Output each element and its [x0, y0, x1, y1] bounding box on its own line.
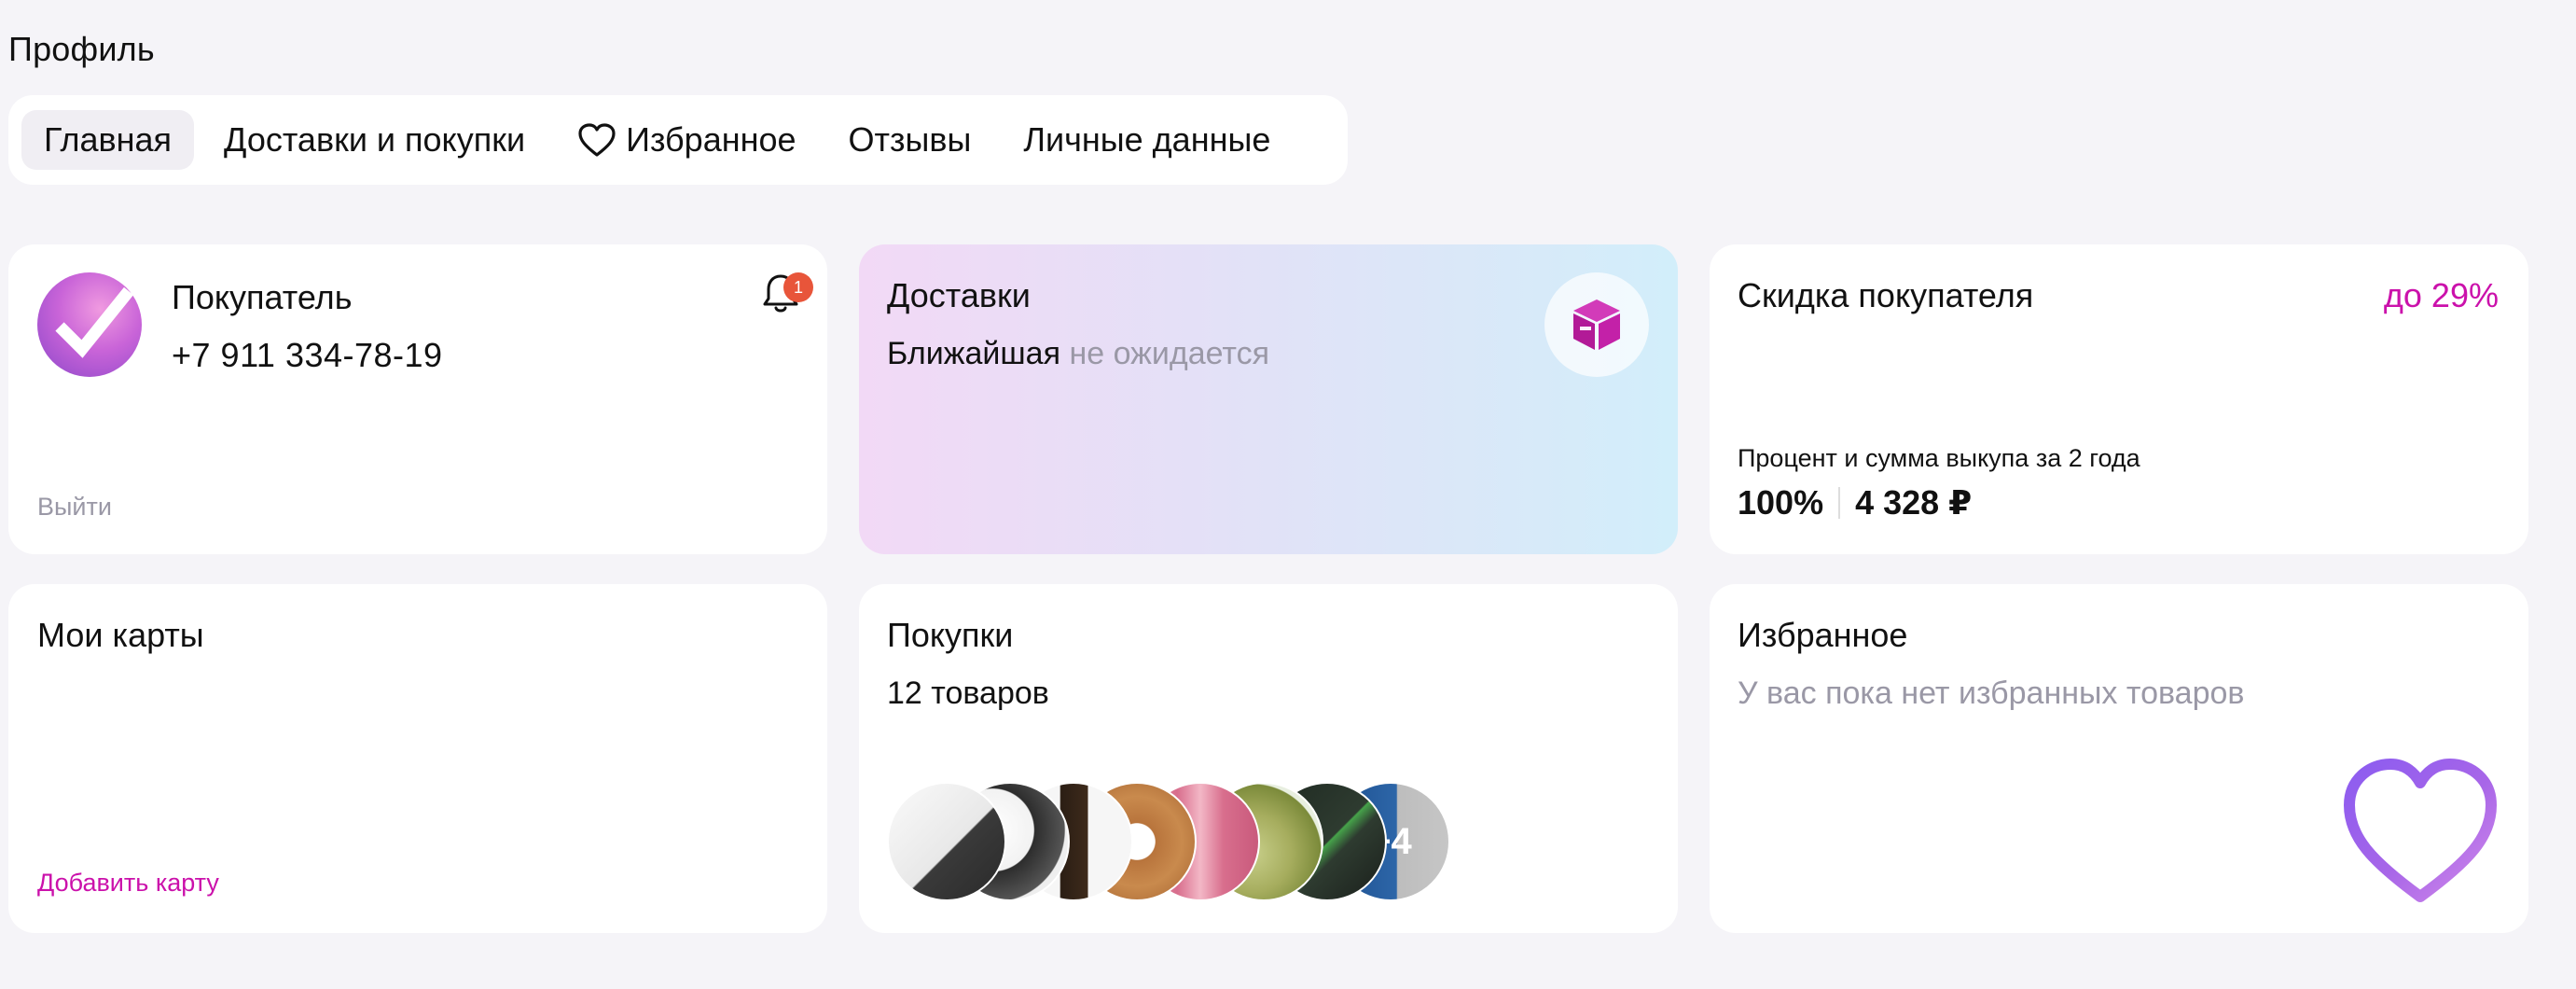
tab-favorites[interactable]: Избранное	[555, 110, 818, 170]
discount-card[interactable]: Скидка покупателя до 29% Процент и сумма…	[1710, 244, 2528, 554]
favorites-empty-text: У вас пока нет избранных товаров	[1738, 676, 2245, 711]
cards-title: Мои карты	[37, 616, 204, 654]
tab-reviews[interactable]: Отзывы	[826, 110, 994, 170]
delivery-card[interactable]: Доставки Ближайшая не ожидается	[859, 244, 1678, 554]
avatar	[37, 272, 142, 377]
heart-icon	[578, 123, 616, 157]
box-icon	[1573, 299, 1620, 350]
tab-favorites-label: Избранное	[626, 120, 796, 159]
delivery-nearest-value: не ожидается	[1069, 336, 1269, 371]
purchases-title: Покупки	[887, 616, 1014, 654]
purchases-card[interactable]: Покупки 12 товаров +4	[859, 584, 1678, 933]
delivery-nearest: Ближайшая не ожидается	[887, 336, 1269, 372]
profile-tabs: Главная Доставки и покупки Избранное Отз…	[8, 95, 1348, 185]
purchase-thumbnails: +4	[887, 782, 1540, 901]
add-card-link[interactable]: Добавить карту	[37, 869, 219, 898]
purchases-count: 12 товаров	[887, 676, 1049, 711]
discount-stats: 100% 4 328 ₽	[1738, 483, 1972, 522]
discount-title: Скидка покупателя	[1738, 276, 2034, 314]
discount-percent: 100%	[1738, 483, 1824, 522]
tab-main[interactable]: Главная	[21, 110, 195, 170]
favorites-card[interactable]: Избранное У вас пока нет избранных товар…	[1710, 584, 2528, 933]
page-title: Профиль	[8, 30, 155, 68]
discount-value: до 29%	[2383, 276, 2499, 314]
tab-deliveries[interactable]: Доставки и покупки	[201, 110, 547, 170]
logout-link[interactable]: Выйти	[37, 493, 112, 522]
delivery-nearest-label: Ближайшая	[887, 336, 1061, 371]
discount-description: Процент и сумма выкупа за 2 года	[1738, 444, 2140, 472]
box-icon-container	[1544, 272, 1649, 377]
discount-amount: 4 328 ₽	[1855, 483, 1973, 522]
heart-illustration-icon	[2344, 759, 2497, 902]
delivery-title: Доставки	[887, 276, 1031, 314]
tab-deliveries-label: Доставки и покупки	[224, 120, 526, 159]
notification-badge: 1	[783, 272, 813, 302]
user-name: Покупатель	[172, 278, 353, 316]
checkmark-icon	[55, 286, 134, 358]
tab-personal-data-label: Личные данные	[1023, 120, 1271, 159]
my-cards-card[interactable]: Мои карты Добавить карту	[8, 584, 827, 933]
favorites-title: Избранное	[1738, 616, 1908, 654]
product-thumb[interactable]	[887, 782, 1006, 901]
tab-personal-data[interactable]: Личные данные	[1001, 110, 1293, 170]
user-phone: +7 911 334-78-19	[172, 336, 443, 374]
stats-divider	[1838, 487, 1841, 519]
tab-reviews-label: Отзывы	[848, 120, 972, 159]
tab-main-label: Главная	[44, 120, 173, 159]
user-card[interactable]: Покупатель +7 911 334-78-19 1 Выйти	[8, 244, 827, 554]
